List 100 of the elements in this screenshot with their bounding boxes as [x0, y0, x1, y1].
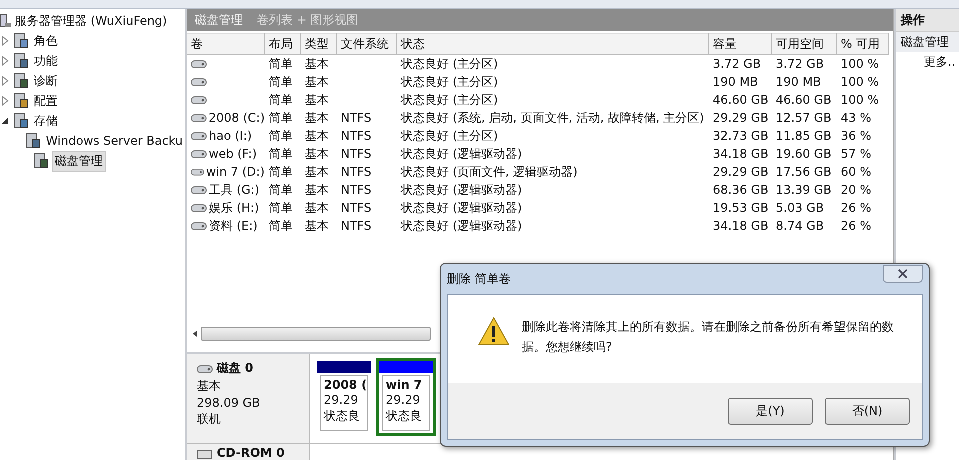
table-cell: 36 %: [841, 129, 872, 143]
table-cell: 简单: [269, 200, 293, 216]
column-header[interactable]: 可用空间: [772, 33, 837, 55]
table-cell: 100 %: [841, 75, 880, 89]
column-header[interactable]: 状态: [397, 33, 709, 55]
table-cell: 状态良好 (系统, 启动, 页面文件, 活动, 故障转储, 主分区): [401, 110, 704, 126]
server-icon: [13, 53, 29, 69]
table-cell: 19.53 GB: [713, 201, 769, 215]
collapsed-arrow-icon[interactable]: [0, 56, 10, 66]
table-cell: 8.74 GB: [776, 219, 824, 233]
collapsed-arrow-icon[interactable]: [0, 76, 10, 86]
column-header[interactable]: 类型: [301, 33, 337, 55]
table-cell: 简单: [269, 110, 293, 126]
partition-size: 29.29: [324, 393, 360, 407]
actions-header: 操作: [896, 9, 959, 32]
table-cell: 68.36 GB: [713, 183, 769, 197]
panel-subtitle: 卷列表 + 图形视图: [257, 12, 359, 28]
table-cell: NTFS: [341, 147, 372, 161]
tree-item[interactable]: 功能: [32, 52, 60, 70]
tree-item[interactable]: 存储: [32, 112, 60, 130]
scroll-left-icon[interactable]: [191, 330, 199, 338]
table-cell: 简单: [269, 164, 293, 180]
table-cell: 资料 (E:): [209, 218, 258, 234]
server-icon: [13, 113, 29, 129]
disk-size: 298.09 GB: [197, 396, 262, 410]
tree-root[interactable]: 服务器管理器 (WuXiuFeng): [15, 12, 168, 30]
action-link[interactable]: 更多..: [924, 54, 956, 70]
table-cell: 基本: [305, 218, 329, 234]
table-cell: 20 %: [841, 183, 872, 197]
table-cell: 60 %: [841, 165, 872, 179]
disk-status: 联机: [197, 411, 222, 428]
table-cell: 100 %: [841, 57, 880, 71]
table-cell: NTFS: [341, 219, 372, 233]
table-cell: 简单: [269, 128, 293, 144]
table-cell: 状态良好 (逻辑驱动器): [401, 218, 522, 234]
scrollbar-thumb[interactable]: [201, 327, 431, 341]
table-cell: NTFS: [341, 129, 372, 143]
close-icon: [898, 269, 908, 279]
table-cell: 190 MB: [713, 75, 758, 89]
column-header[interactable]: 卷: [187, 33, 265, 55]
tree-item[interactable]: 诊断: [32, 72, 60, 90]
table-cell: NTFS: [341, 183, 372, 197]
table-cell: 29.29 GB: [713, 165, 769, 179]
table-cell: 3.72 GB: [713, 57, 762, 71]
tree-item[interactable]: 配置: [32, 92, 60, 110]
table-cell: 46.60 GB: [713, 93, 769, 107]
expanded-arrow-icon[interactable]: [0, 116, 10, 126]
server-icon: [0, 13, 12, 29]
table-cell: 基本: [305, 56, 329, 72]
tree-item[interactable]: Windows Server Backu: [44, 133, 185, 149]
table-cell: 基本: [305, 146, 329, 162]
table-cell: 工具 (G:): [209, 182, 260, 198]
table-cell: 娱乐 (H:): [209, 200, 260, 216]
table-cell: 简单: [269, 56, 293, 72]
dialog-button[interactable]: 否(N): [825, 398, 910, 424]
column-header[interactable]: 文件系统: [337, 33, 397, 55]
table-cell: 32.73 GB: [713, 129, 769, 143]
table-cell: 17.56 GB: [776, 165, 832, 179]
disk-name: 磁盘 0: [217, 360, 254, 377]
table-cell: 基本: [305, 164, 329, 180]
table-cell: hao (I:): [209, 129, 252, 143]
table-cell: 29.29 GB: [713, 111, 769, 125]
partition-status: 状态良: [324, 408, 361, 425]
column-header[interactable]: 容量: [709, 33, 772, 55]
table-cell: 状态良好 (主分区): [401, 74, 498, 90]
warning-icon: [478, 317, 510, 347]
collapsed-arrow-icon[interactable]: [0, 96, 10, 106]
disk-name: CD-ROM 0: [217, 446, 285, 460]
dialog-message: 删除此卷将清除其上的所有数据。请在删除之前备份所有希望保留的数据。您想继续吗?: [522, 319, 895, 356]
table-cell: 基本: [305, 182, 329, 198]
collapsed-arrow-icon[interactable]: [0, 36, 10, 46]
table-cell: 基本: [305, 200, 329, 216]
dialog-button[interactable]: 是(Y): [728, 398, 813, 424]
tree-item[interactable]: 角色: [32, 32, 60, 50]
table-cell: 简单: [269, 182, 293, 198]
table-cell: 34.18 GB: [713, 147, 769, 161]
table-cell: 26 %: [841, 219, 872, 233]
table-cell: win 7 (D:): [206, 165, 265, 179]
table-cell: 2008 (C:): [208, 111, 265, 125]
tree-item[interactable]: 磁盘管理: [52, 150, 106, 172]
server-icon: [33, 153, 49, 169]
partition-size: 29.29: [386, 393, 422, 407]
column-header[interactable]: 布局: [265, 33, 301, 55]
partition[interactable]: win 7 29.29 状态良: [376, 358, 436, 436]
table-cell: 12.57 GB: [776, 111, 832, 125]
table-cell: 基本: [305, 74, 329, 90]
column-header[interactable]: % 可用: [837, 33, 889, 55]
actions-section[interactable]: 磁盘管理: [896, 32, 959, 52]
partition-name: 2008 (: [324, 378, 364, 392]
table-cell: NTFS: [341, 201, 372, 215]
table-cell: 状态良好 (主分区): [401, 128, 498, 144]
table-cell: 简单: [269, 74, 293, 90]
table-cell: 基本: [305, 110, 329, 126]
partition-name: win 7: [386, 378, 424, 392]
table-cell: web (F:): [209, 147, 258, 161]
close-button[interactable]: [883, 265, 923, 283]
server-icon: [25, 133, 42, 149]
server-icon: [13, 33, 29, 49]
cd-drive-icon: [197, 448, 213, 460]
table-cell: 状态良好 (逻辑驱动器): [401, 182, 522, 198]
